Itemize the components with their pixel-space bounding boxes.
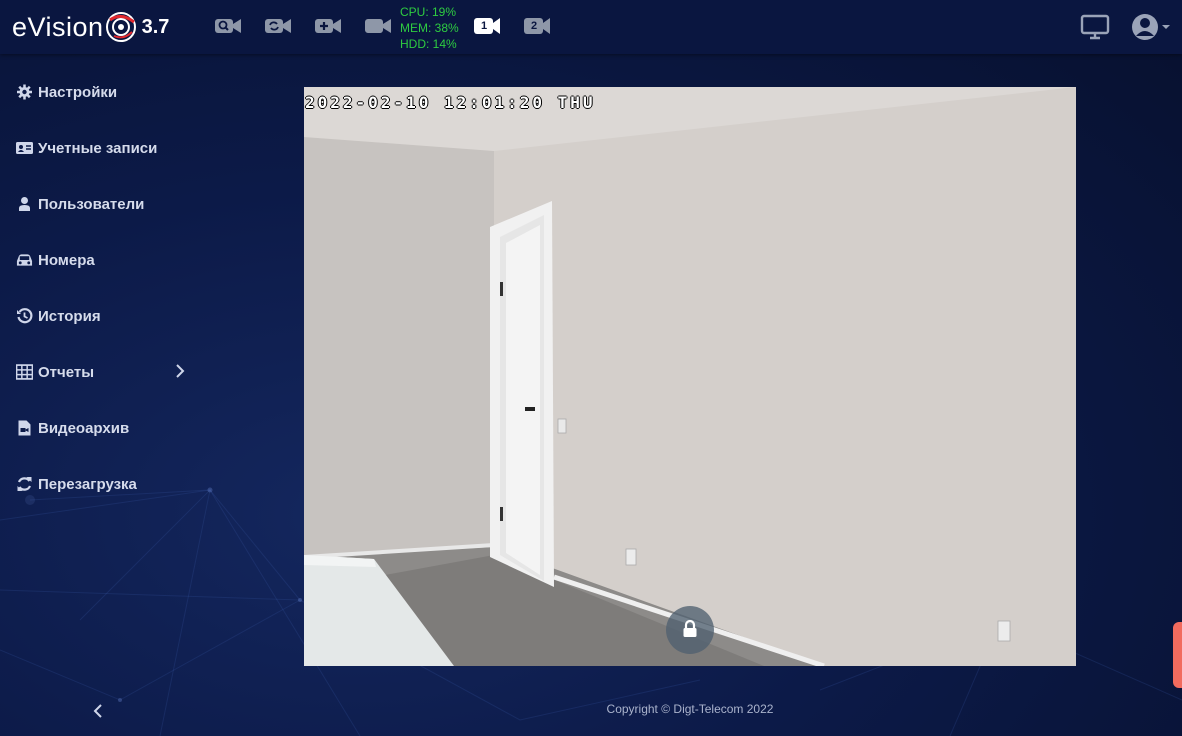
brand-name: eVision — [12, 11, 104, 42]
camera-frame-image — [304, 87, 1076, 666]
gear-icon — [16, 84, 34, 100]
camera-search-icon[interactable] — [214, 15, 242, 37]
lock-icon — [683, 620, 697, 637]
camera-add-icon[interactable] — [314, 15, 342, 37]
sidebar-item-users[interactable]: Пользователи — [0, 176, 200, 232]
video-camera-icon[interactable] — [364, 15, 392, 37]
cpu-usage: CPU: 19% — [400, 5, 457, 19]
sidebar: Настройки Учетные записи Пользователи Но… — [0, 64, 200, 512]
sidebar-item-label: История — [38, 307, 101, 325]
system-stats: CPU: 19% MEM: 38% HDD: 14% — [400, 4, 459, 52]
collapse-sidebar-icon[interactable] — [92, 703, 104, 719]
sidebar-item-label: Пользователи — [38, 195, 145, 213]
evision-logo-icon — [105, 12, 136, 42]
hdd-usage: HDD: 14% — [400, 37, 457, 51]
sidebar-item-label: Номера — [38, 251, 95, 269]
sidebar-item-label: Перезагрузка — [38, 475, 137, 493]
side-panel-tab[interactable] — [1173, 622, 1182, 688]
file-video-icon — [16, 420, 34, 436]
monitor-icon[interactable] — [1080, 13, 1110, 41]
video-timestamp: 2022-02-10 12:01:20 THU — [305, 93, 596, 112]
copyright-text: Copyright © Digt-Telecom 2022 — [606, 702, 774, 716]
id-card-icon — [16, 140, 34, 156]
sidebar-item-reboot[interactable]: Перезагрузка — [0, 456, 200, 512]
sidebar-item-history[interactable]: История — [0, 288, 200, 344]
camera-sync-icon[interactable] — [264, 15, 292, 37]
user-menu-icon[interactable] — [1130, 12, 1172, 42]
sidebar-item-label: Настройки — [38, 83, 118, 101]
sidebar-item-label: Отчеты — [38, 363, 95, 381]
sidebar-item-video-archive[interactable]: Видеоархив — [0, 400, 200, 456]
refresh-icon — [16, 476, 34, 492]
table-icon — [16, 364, 34, 380]
sidebar-item-label: Видеоархив — [38, 419, 130, 437]
history-icon — [16, 308, 34, 324]
app-version: 3.7 — [141, 15, 170, 38]
lock-button[interactable] — [666, 606, 714, 654]
layout-2-label: 2 — [530, 20, 538, 32]
brand-logo[interactable]: eVision 3.7 — [12, 8, 169, 46]
sidebar-item-accounts[interactable]: Учетные записи — [0, 120, 200, 176]
sidebar-item-plates[interactable]: Номера — [0, 232, 200, 288]
sidebar-item-reports[interactable]: Отчеты — [0, 344, 200, 400]
sidebar-item-label: Учетные записи — [38, 139, 158, 157]
sidebar-item-settings[interactable]: Настройки — [0, 64, 200, 120]
layout-1-label: 1 — [480, 20, 488, 32]
car-icon — [16, 252, 34, 268]
layout-2-button[interactable]: 2 — [523, 16, 551, 36]
mem-usage: MEM: 38% — [400, 21, 459, 35]
top-bar: eVision 3.7 CPU: 19% MEM: 38% HDD: 14% 1… — [0, 0, 1182, 54]
user-icon — [16, 196, 34, 212]
chevron-right-icon — [176, 364, 185, 378]
camera-video-view[interactable]: 2022-02-10 12:01:20 THU — [304, 87, 1076, 666]
layout-1-button[interactable]: 1 — [473, 16, 501, 36]
